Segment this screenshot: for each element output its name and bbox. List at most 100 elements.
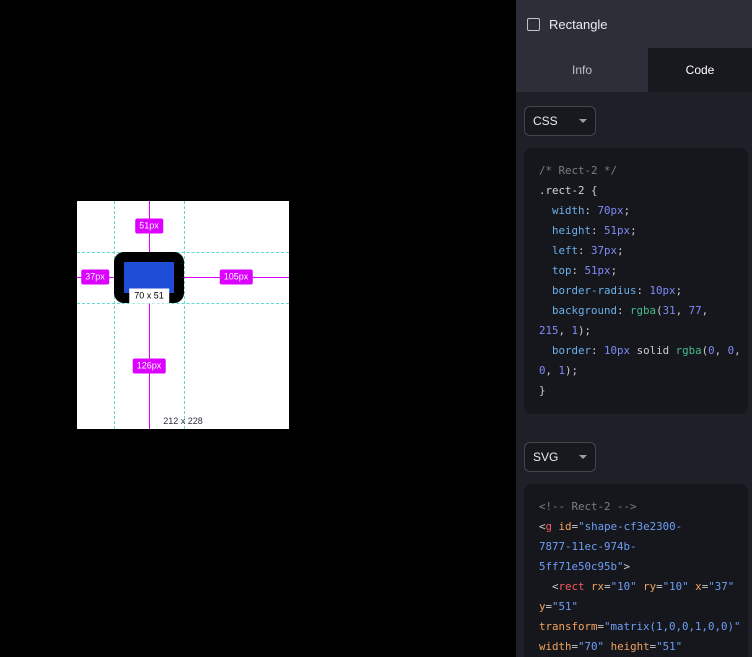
code-line: width: 70px; [539, 201, 742, 221]
code-line: height: 51px; [539, 221, 742, 241]
code-token-plain: ; [630, 224, 637, 237]
code-token-attr: ry [643, 580, 656, 593]
svg-format-value: SVG [533, 450, 558, 464]
code-token-num: 31 [663, 304, 676, 317]
code-token-string: 5ff71e50c95b" [539, 560, 624, 573]
code-line: <g id="shape-cf3e2300- [539, 517, 742, 537]
selected-layer-header: Rectangle [516, 0, 752, 48]
guide-line-top [77, 252, 289, 253]
code-token-plain: , [546, 364, 559, 377]
code-token-num: 70px [598, 204, 624, 217]
code-token-prop: border [552, 344, 591, 357]
css-code-block[interactable]: /* Rect-2 */.rect-2 { width: 70px; heigh… [524, 148, 748, 414]
code-token-plain [539, 204, 552, 217]
canvas-area[interactable]: 51px 37px 105px 126px 70 x 51 212 x 228 [0, 0, 516, 657]
code-token-plain: , [702, 304, 709, 317]
code-token-plain: : [572, 264, 585, 277]
rectangle-shape-icon [527, 18, 540, 31]
measurement-label-bottom: 126px [133, 359, 166, 374]
code-line: top: 51px; [539, 261, 742, 281]
code-token-plain: ; [676, 284, 683, 297]
code-line: <rect rx="10" ry="10" x="37" [539, 577, 742, 597]
code-line: <!-- Rect-2 --> [539, 497, 742, 517]
code-token-plain [539, 344, 552, 357]
code-token-num: 37px [591, 244, 617, 257]
code-token-attr: rx [591, 580, 604, 593]
measurement-label-left: 37px [81, 270, 109, 285]
measurement-label-top: 51px [135, 219, 163, 234]
code-token-tag: rect [559, 580, 585, 593]
code-token-comment: <!-- Rect-2 --> [539, 500, 637, 513]
code-token-plain: : [585, 204, 598, 217]
code-line: } [539, 381, 742, 401]
code-line: border: 10px solid rgba(0, 0, [539, 341, 742, 361]
artboard-size-label: 212 x 228 [163, 417, 203, 426]
guide-line-left [114, 201, 115, 429]
css-format-select[interactable]: CSS [524, 106, 596, 136]
code-token-plain: ; [617, 244, 624, 257]
code-token-plain: } [539, 384, 546, 397]
code-token-string: "51" [552, 600, 578, 613]
code-token-func: rgba [630, 304, 656, 317]
code-token-plain: ); [578, 324, 591, 337]
code-line: left: 37px; [539, 241, 742, 261]
css-section: CSS /* Rect-2 */.rect-2 { width: 70px; h… [516, 106, 752, 414]
code-line: 7877-11ec-974b- [539, 537, 742, 557]
code-token-plain: < [539, 580, 559, 593]
tab-code[interactable]: Code [648, 48, 752, 92]
code-token-string: "shape-cf3e2300- [578, 520, 682, 533]
code-token-plain: > [624, 560, 631, 573]
code-token-prop: height [552, 224, 591, 237]
code-token-string: 7877-11ec-974b- [539, 540, 637, 553]
code-token-plain [539, 284, 552, 297]
svg-code-block[interactable]: <!-- Rect-2 --> <g id="shape-cf3e2300- 787… [524, 484, 748, 657]
code-token-plain [539, 244, 552, 257]
code-token-selector: .rect-2 [539, 184, 585, 197]
code-line: width="70" height="51" [539, 637, 742, 657]
code-line: /* Rect-2 */ [539, 161, 742, 181]
code-token-plain: : [591, 344, 604, 357]
svg-format-select[interactable]: SVG [524, 442, 596, 472]
shape-size-label: 70 x 51 [129, 289, 169, 304]
code-token-func: rgba [676, 344, 702, 357]
code-token-attr: height [611, 640, 650, 653]
code-line: transform="matrix(1,0,0,1,0,0)" [539, 617, 742, 637]
code-panel-body: CSS /* Rect-2 */.rect-2 { width: 70px; h… [516, 92, 752, 657]
code-token-string: "70" [578, 640, 604, 653]
code-token-plain [539, 304, 552, 317]
artboard[interactable]: 51px 37px 105px 126px 70 x 51 212 x 228 [77, 201, 289, 429]
code-token-plain: solid [630, 344, 676, 357]
code-token-plain: ; [624, 204, 631, 217]
design-inspect-view: 51px 37px 105px 126px 70 x 51 212 x 228 … [0, 0, 752, 657]
code-token-prop: width [552, 204, 585, 217]
code-token-plain: , [734, 344, 741, 357]
code-token-num: 10px [650, 284, 676, 297]
tab-info[interactable]: Info [516, 48, 648, 92]
code-token-num: 77 [689, 304, 702, 317]
code-token-attr: width [539, 640, 572, 653]
chevron-down-icon [579, 455, 587, 459]
code-token-string: "10" [663, 580, 689, 593]
code-token-string: "10" [611, 580, 637, 593]
code-token-plain [539, 224, 552, 237]
code-token-attr: id [559, 520, 572, 533]
code-token-plain: , [559, 324, 572, 337]
code-token-prop: border-radius [552, 284, 637, 297]
code-token-plain: : [637, 284, 650, 297]
measurement-label-right: 105px [220, 270, 253, 285]
code-token-plain: : [617, 304, 630, 317]
measurement-line-vertical [149, 201, 150, 429]
code-token-prop: background [552, 304, 617, 317]
code-line: .rect-2 { [539, 181, 742, 201]
code-line: border-radius: 10px; [539, 281, 742, 301]
code-token-plain: ); [565, 364, 578, 377]
code-token-num: 215 [539, 324, 559, 337]
svg-section: SVG <!-- Rect-2 --> <g id="shape-cf3e2300… [516, 442, 752, 657]
code-token-prop: left [552, 244, 578, 257]
code-token-plain: , [715, 344, 728, 357]
code-token-num: 51px [604, 224, 630, 237]
code-token-plain [539, 264, 552, 277]
code-token-attr: transform [539, 620, 598, 633]
code-token-plain: { [585, 184, 598, 197]
code-token-plain: ; [611, 264, 618, 277]
